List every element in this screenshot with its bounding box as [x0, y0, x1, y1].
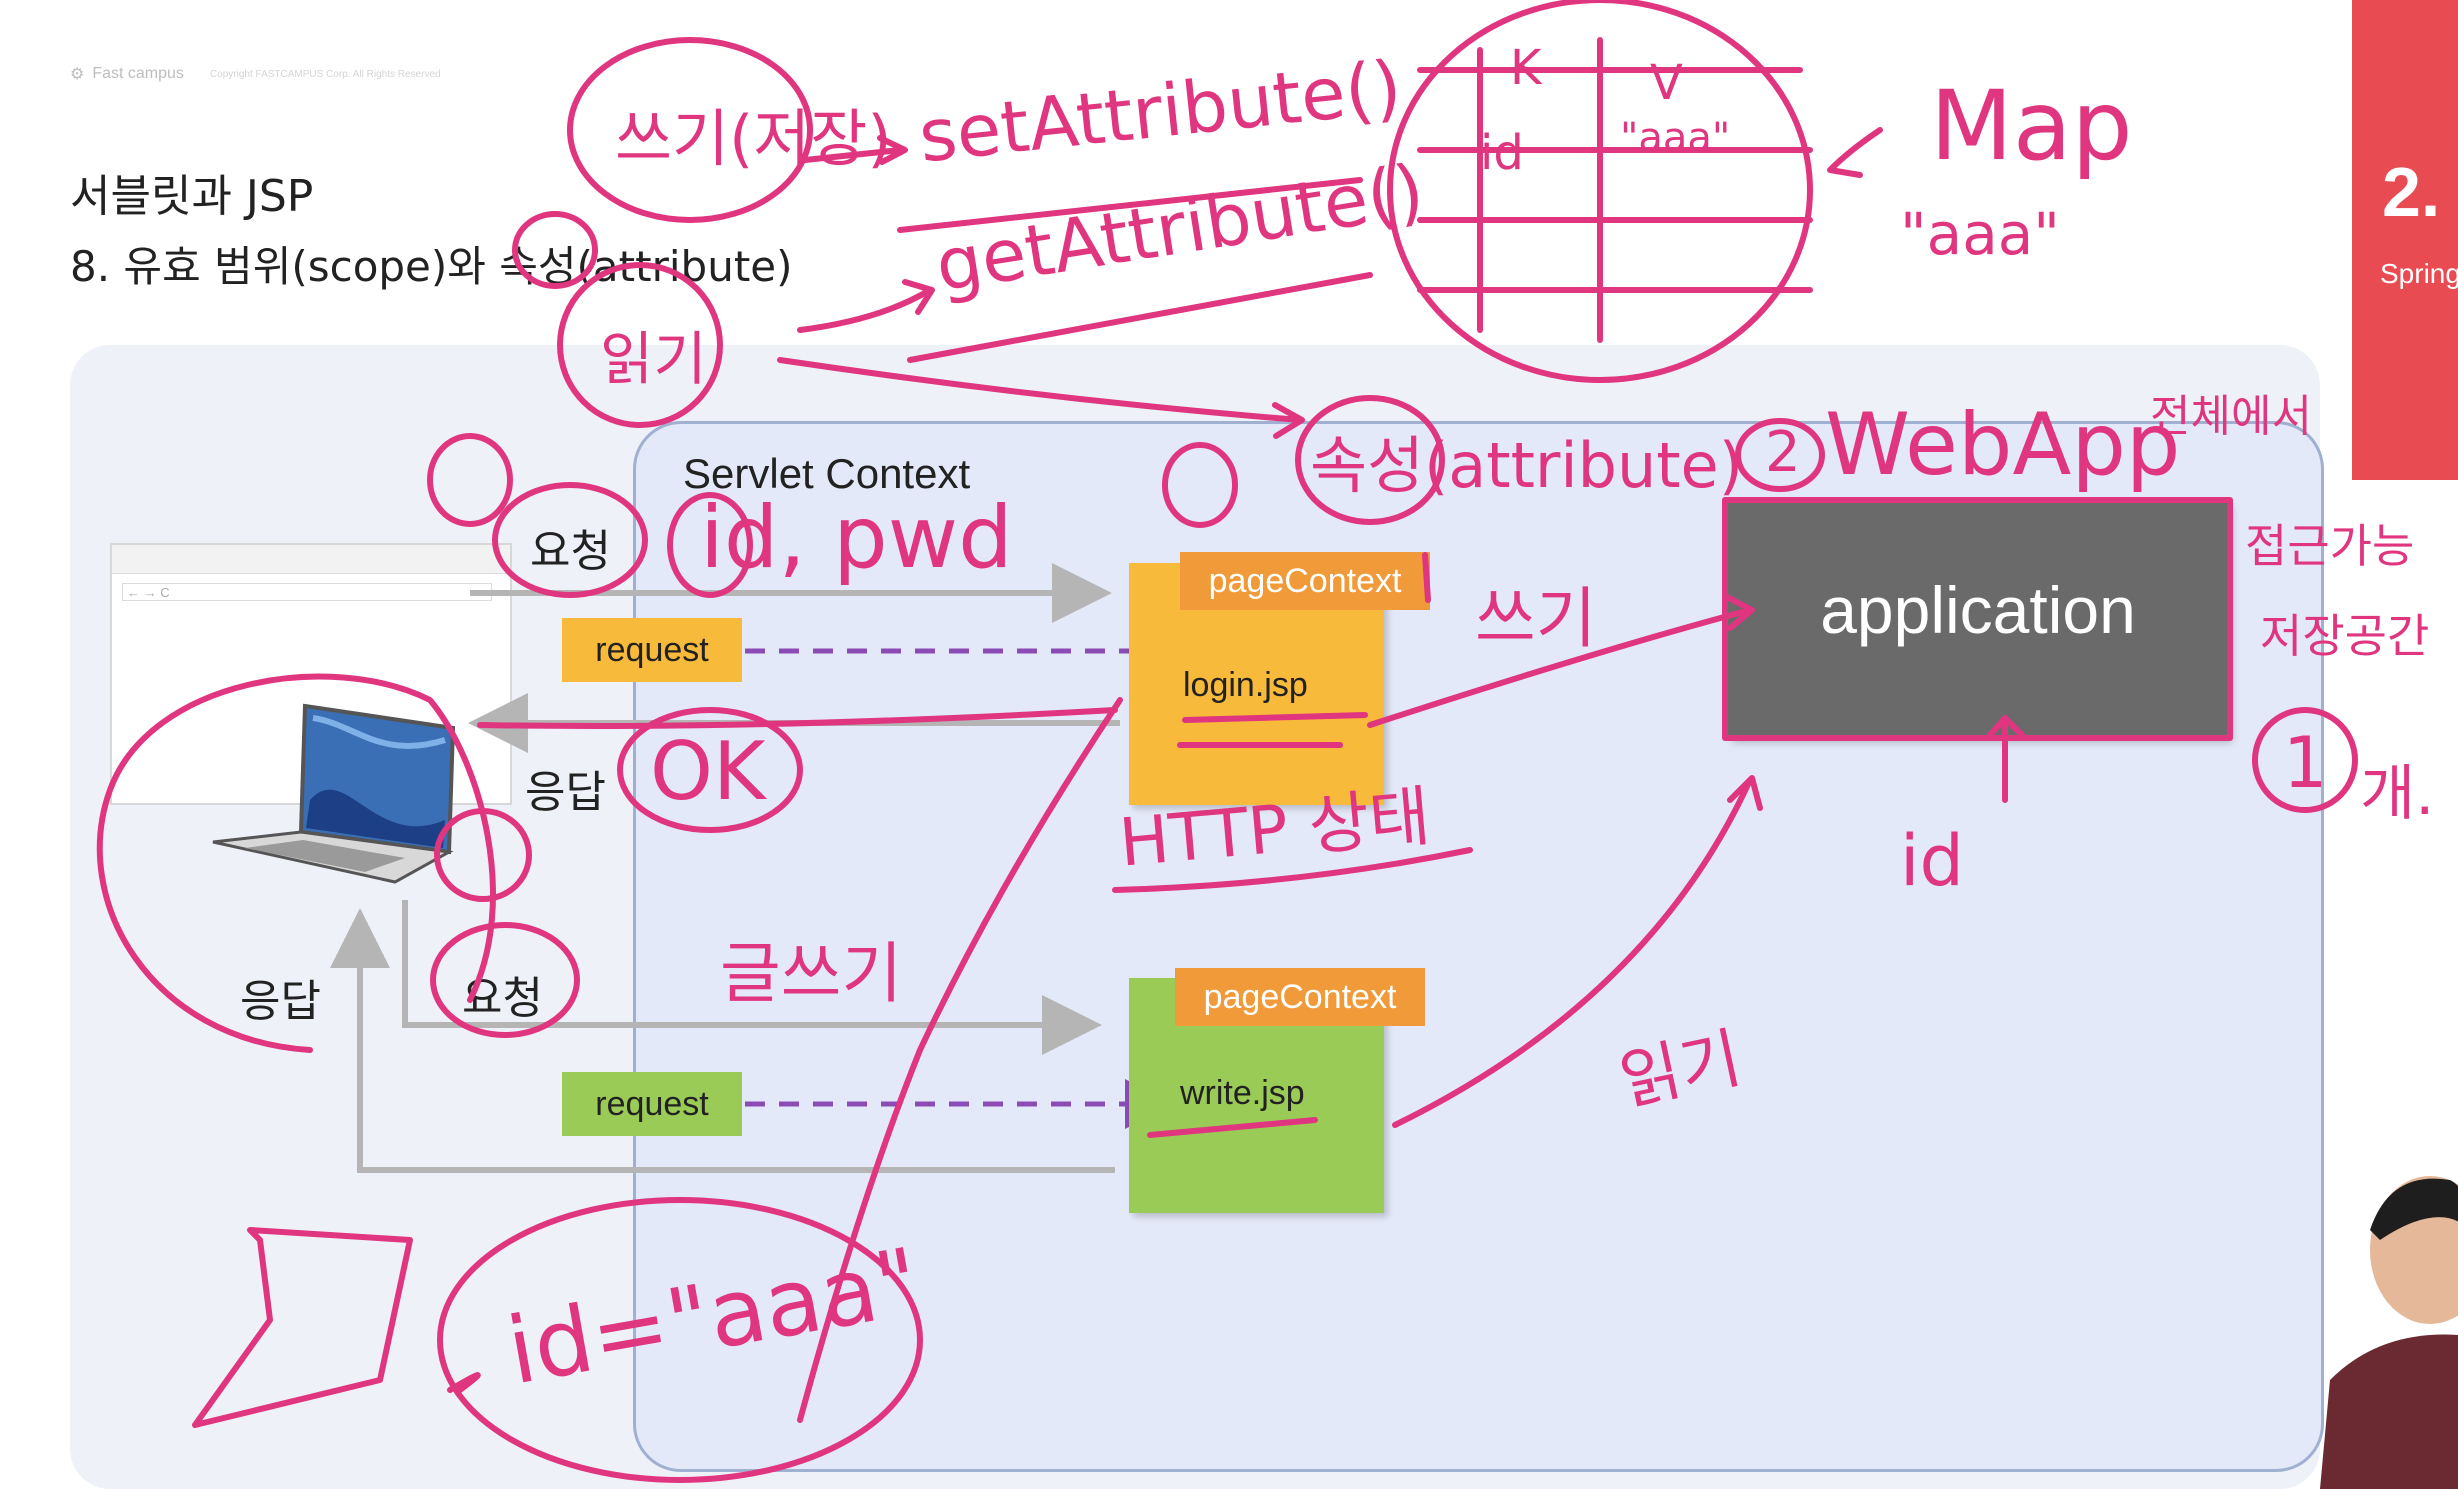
note-id-pwd: id, pwd: [700, 488, 1013, 588]
note-read: 읽기: [600, 325, 707, 393]
note-one: 1: [2283, 722, 2328, 804]
note-attribute: 속성(attribute): [1310, 429, 1743, 502]
note-write-short: 쓰기: [1475, 580, 1597, 657]
note-one-count: 개.: [2360, 759, 2435, 829]
note-access: 접근가능: [2245, 519, 2415, 573]
note-map-value: V: [1650, 55, 1683, 111]
note-write: 쓰기(저장): [615, 102, 892, 175]
note-storage: 저장공간: [2260, 609, 2430, 663]
note-webapp-tail: 전체에서: [2150, 391, 2312, 442]
note-map: Map: [1930, 70, 2133, 182]
presenter-thumbnail: [2320, 1176, 2458, 1489]
note-aaa: "aaa": [1900, 200, 2060, 268]
note-map-id: id: [1480, 125, 1524, 181]
note-webapp: WebApp: [1825, 395, 2181, 495]
note-map-val: "aaa": [1620, 115, 1731, 161]
note-write-post: 글쓰기: [720, 935, 903, 1012]
note-ok: OK: [650, 725, 766, 818]
note-two: 2: [1765, 420, 1801, 485]
note-id-label: id: [1900, 820, 1964, 902]
note-map-key: K: [1510, 40, 1542, 96]
